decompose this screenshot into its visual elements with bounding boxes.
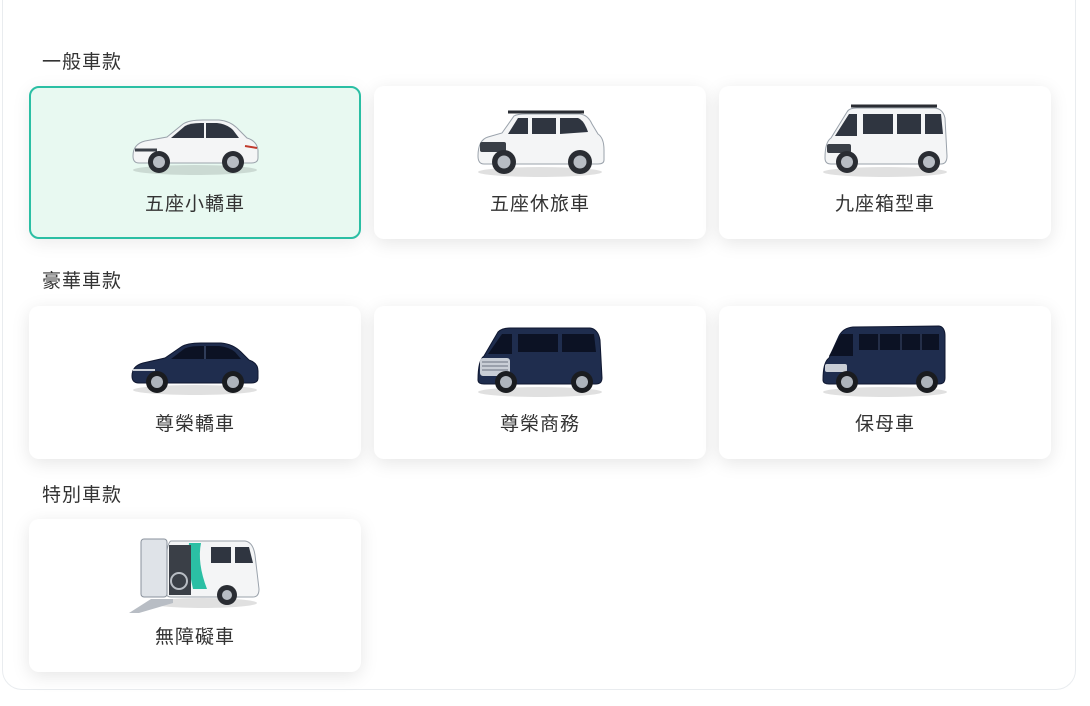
vehicle-option-label: 無障礙車 — [154, 626, 235, 648]
vehicle-option-label: 五座休旅車 — [489, 193, 590, 215]
minibus-icon — [822, 325, 947, 397]
sedan-icon — [132, 119, 259, 175]
vehicle-option-wheelchair-van[interactable]: 無障礙車 — [29, 519, 361, 672]
wheelchair-van-icon — [129, 538, 260, 613]
luxury-sedan-icon — [131, 342, 259, 395]
vehicle-option-luxury-mpv[interactable]: 尊榮商務 — [374, 306, 706, 459]
vehicle-option-suv[interactable]: 五座休旅車 — [374, 86, 706, 239]
luxury-mpv-icon — [477, 327, 603, 397]
vehicle-option-label: 保母車 — [854, 413, 915, 435]
vehicle-option-minibus[interactable]: 保母車 — [719, 306, 1051, 459]
section-title-special: 特別車款 — [42, 484, 123, 506]
vehicle-option-luxury-sedan[interactable]: 尊榮轎車 — [29, 306, 361, 459]
vehicle-option-label: 尊榮轎車 — [154, 413, 235, 435]
vehicle-option-van[interactable]: 九座箱型車 — [719, 86, 1051, 239]
van-icon — [823, 104, 948, 177]
section-title-standard: 一般車款 — [42, 51, 123, 73]
vehicle-option-label: 尊榮商務 — [499, 413, 580, 435]
section-title-luxury: 豪華車款 — [42, 270, 123, 292]
vehicle-option-label: 九座箱型車 — [834, 193, 935, 215]
vehicle-option-label: 五座小轎車 — [144, 193, 245, 215]
vehicle-option-sedan[interactable]: 五座小轎車 — [29, 86, 361, 239]
suv-icon — [477, 110, 605, 177]
